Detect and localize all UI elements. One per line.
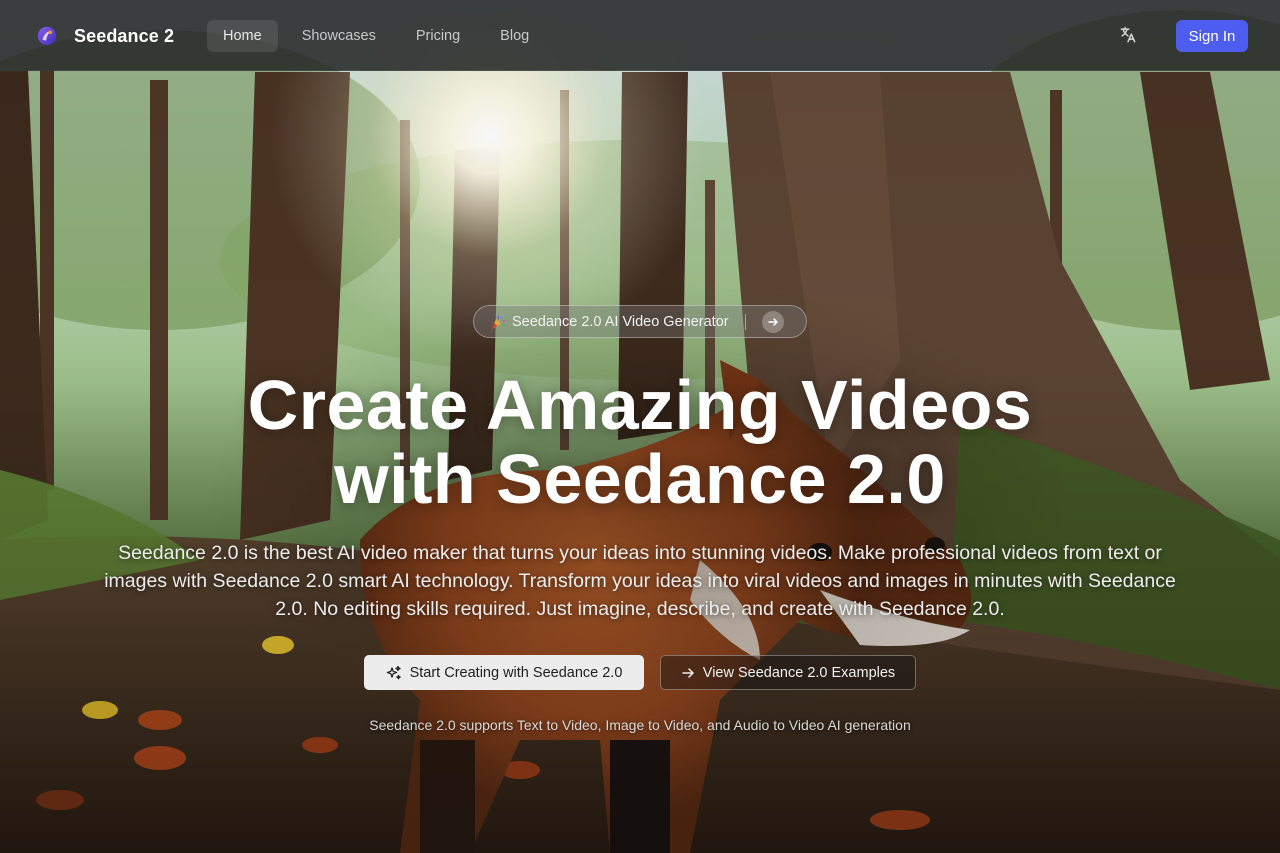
- view-examples-button[interactable]: View Seedance 2.0 Examples: [660, 655, 916, 690]
- nav-link-pricing[interactable]: Pricing: [400, 20, 476, 52]
- start-creating-label: Start Creating with Seedance 2.0: [409, 664, 623, 681]
- arrow-right-icon: [767, 317, 778, 326]
- badge-arrow-button[interactable]: [761, 310, 784, 333]
- translate-icon[interactable]: [1118, 25, 1138, 45]
- supported-modes-caption: Seedance 2.0 supports Text to Video, Ima…: [369, 717, 911, 733]
- hero-announcement-badge[interactable]: Seedance 2.0 AI Video Generator: [473, 305, 807, 338]
- view-examples-label: View Seedance 2.0 Examples: [702, 664, 896, 681]
- hero-title-line-2: with Seedance 2.0: [334, 440, 946, 518]
- badge-label: Seedance 2.0 AI Video Generator: [512, 313, 729, 330]
- party-popper-icon: [492, 315, 506, 329]
- nav-link-showcases[interactable]: Showcases: [286, 20, 392, 52]
- start-creating-button[interactable]: Start Creating with Seedance 2.0: [364, 655, 644, 690]
- hero-title-line-1: Create Amazing Videos: [247, 366, 1033, 444]
- badge-divider: [744, 313, 746, 330]
- brand-home-link[interactable]: Seedance 2: [36, 22, 174, 50]
- hero-title: Create Amazing Videos with Seedance 2.0: [0, 368, 1280, 516]
- top-navbar: Seedance 2 Home Showcases Pricing Blog S…: [0, 0, 1280, 71]
- nav-link-home[interactable]: Home: [207, 20, 278, 52]
- main-nav: Home Showcases Pricing Blog: [207, 20, 545, 52]
- sign-in-button[interactable]: Sign In: [1176, 20, 1248, 52]
- arrow-right-icon: [682, 667, 694, 678]
- hero-description: Seedance 2.0 is the best AI video maker …: [104, 542, 1176, 620]
- seedance-logo-icon: [37, 26, 57, 46]
- nav-link-blog[interactable]: Blog: [484, 20, 545, 52]
- brand-name: Seedance 2: [74, 25, 175, 46]
- sparkles-icon: [386, 665, 401, 679]
